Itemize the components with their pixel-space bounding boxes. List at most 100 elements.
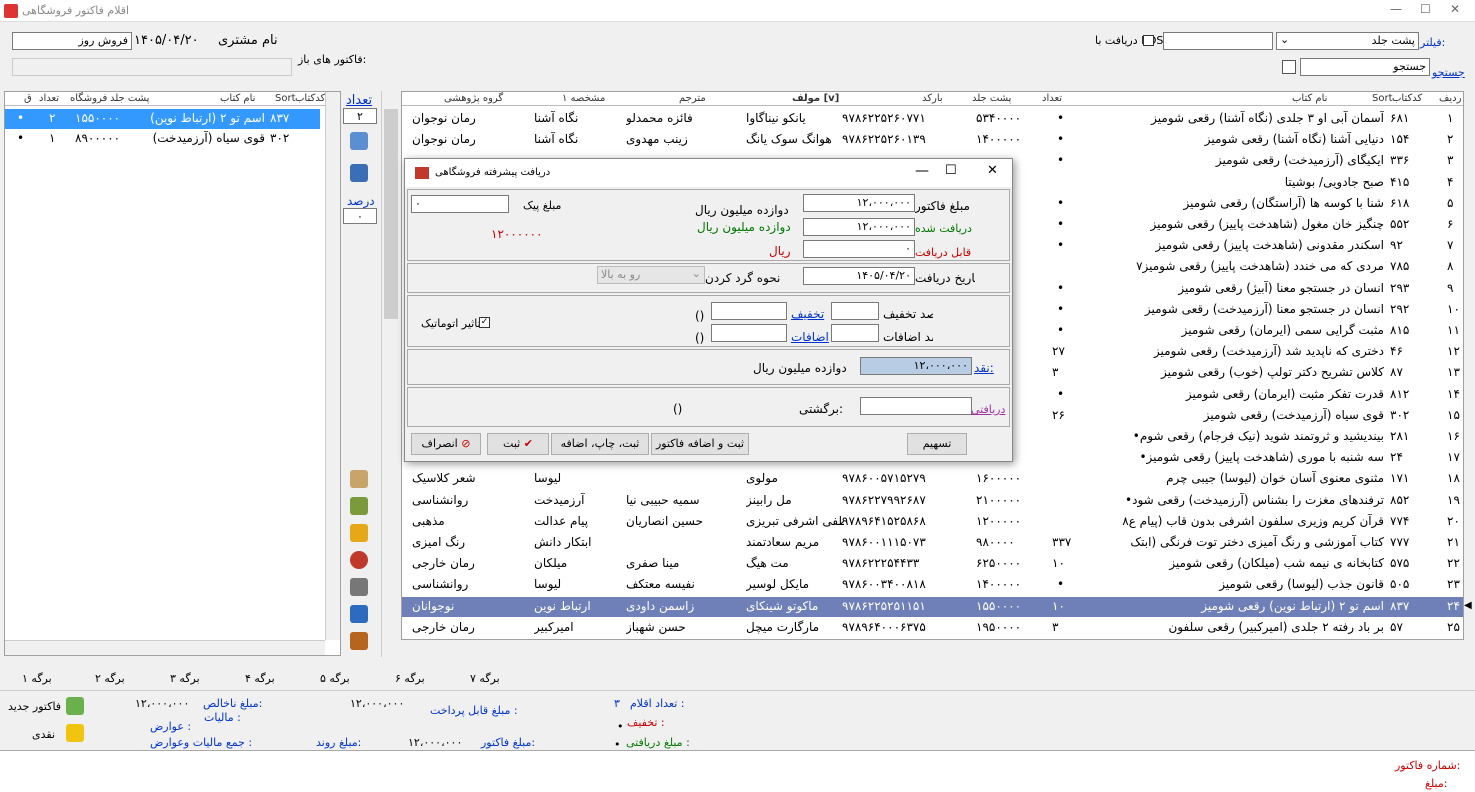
tab-1[interactable]: برگه ۱ xyxy=(22,672,52,685)
table-row[interactable]: ۲۳ ۵۰۵ قانون جذب (لیوسا) رقعی شومیز ۱۴۰۰۰۰۰… xyxy=(402,575,1463,595)
tab-5[interactable]: برگه ۵ xyxy=(320,672,350,685)
courier-input[interactable]: ۰ xyxy=(411,195,509,213)
table-row[interactable]: ۲ ۱۵۴ دنیایی آشنا (نگاه آشنا) رقعی شومیز ۱۴… xyxy=(402,130,1463,150)
discount-amount-input[interactable] xyxy=(711,302,787,320)
table-cell: روانشناسی xyxy=(412,577,469,592)
auto-effect-label: تاثیر اتوماتیک xyxy=(421,317,481,330)
table-row[interactable]: ۱۸ ۱۷۱ مثنوی معنوی آسان خوان (لیوسا) جیبی … xyxy=(402,469,1463,489)
customer-info-icon[interactable] xyxy=(350,470,368,488)
table-cell: ۱۴ xyxy=(1447,386,1460,401)
cash-icon[interactable] xyxy=(66,724,84,742)
table-row[interactable]: ۱ ۶۸۱ آسمان آبی او ۳ جلدی (نگاه آشنا) رقعی… xyxy=(402,109,1463,129)
table-row[interactable]: ۲۰ ۷۷۴ قرآن کریم وزیری سلفون اشرفی بدون قا… xyxy=(402,512,1463,532)
cart-vscrollbar[interactable] xyxy=(325,92,340,640)
save-button[interactable]: ثبت ✔ xyxy=(487,433,549,455)
table-cell: ۲۲ xyxy=(1447,556,1460,571)
count-input[interactable]: ۲ xyxy=(343,108,377,124)
table-cell: ۶۸۱ xyxy=(1390,111,1410,125)
table-row[interactable]: ۲۲ ۵۷۵ کتابخانه ی نیمه شب (میلکان) رقعی شو… xyxy=(402,554,1463,574)
tab-6[interactable]: برگه ۶ xyxy=(395,672,425,685)
table-row[interactable]: ۲۱ ۷۷۷ کتاب آموزشی و رنگ آمیزی دختر توت فر… xyxy=(402,533,1463,553)
auto-effect-checkbox[interactable]: ✓ xyxy=(479,317,490,328)
table-cell: ۹۷۸۶۲۲۵۲۶۰۱۳۹ xyxy=(842,132,926,147)
table-cell: ۲۹۳ xyxy=(1390,280,1410,295)
search-input[interactable]: جستجو xyxy=(1300,58,1430,76)
day-sale-field[interactable]: فروش روز xyxy=(12,32,132,50)
dialog-maximize-button[interactable]: ☐ xyxy=(945,163,957,178)
dialog-minimize-button[interactable]: — xyxy=(915,163,929,179)
table-cell: ۲۰ xyxy=(1447,513,1460,528)
cash-amount-field[interactable]: ۱۲،۰۰۰،۰۰۰ xyxy=(860,357,972,375)
table-row[interactable]: ۲۵ ۵۷ بر باد رفته ۲ جلدی (امیرکبیر) رقعی س… xyxy=(402,618,1463,638)
users-icon[interactable] xyxy=(350,632,368,650)
table-cell: قرآن کریم وزیری سلفون اشرفی بدون قاب (پی… xyxy=(1122,513,1384,528)
pos-checkbox[interactable] xyxy=(1143,35,1154,46)
cancel-button[interactable]: انصراف ⊘ xyxy=(411,433,481,455)
new-invoice-button[interactable]: فاکتور جدید xyxy=(8,700,61,713)
percent-icon[interactable] xyxy=(350,524,368,542)
dialog-close-button[interactable]: ✕ xyxy=(987,163,998,178)
table-cell: ۲۳ xyxy=(1447,577,1460,592)
tab-2[interactable]: برگه ۲ xyxy=(95,672,125,685)
cart-hscrollbar[interactable] xyxy=(5,640,325,655)
table-cell: • xyxy=(1057,195,1065,210)
tab-4[interactable]: برگه ۴ xyxy=(245,672,275,685)
table-cell: لیوسا xyxy=(534,471,562,486)
split-button[interactable]: تسهیم xyxy=(907,433,967,455)
close-button[interactable]: ✕ xyxy=(1450,2,1460,16)
table-cell: میلکان xyxy=(534,556,568,571)
table-cell: ۶ xyxy=(1447,217,1454,231)
received-link[interactable]: دریافتی xyxy=(971,403,1005,416)
remaining-label: مانده قابل دریافت xyxy=(915,246,975,259)
extra-percent-label: درصد اضافات xyxy=(883,330,933,344)
table-cell: ۲۹۲ xyxy=(1390,301,1410,316)
cart-row[interactable]: ۳۰۲ قوی سیاه (آرزمیدخت) ۸۹۰۰۰۰۰ ۱ • xyxy=(5,129,320,149)
tab-7[interactable]: برگه ۷ xyxy=(470,672,500,685)
edit-icon[interactable] xyxy=(350,497,368,515)
percent-input[interactable]: ۰ xyxy=(343,208,377,224)
cart-row[interactable]: ۸۳۷ اسم تو ۲ (ارتباط نوین) ۱۵۵۰۰۰۰ ۲ • xyxy=(5,109,320,129)
dialog-title-bar: دریافت پیشرفته فروشگاهی — ☐ ✕ xyxy=(405,159,1012,187)
table-cell: رمان نوجوان xyxy=(412,111,476,125)
discount-percent-input[interactable] xyxy=(831,302,879,320)
filter-text-input[interactable] xyxy=(1163,32,1273,50)
money-bag-icon[interactable] xyxy=(350,605,368,623)
table-cell: ۹۷۸۶۰۰۳۴۰۰۸۱۸ xyxy=(842,577,926,592)
remove-from-cart-icon[interactable] xyxy=(350,164,368,182)
undo-icon[interactable] xyxy=(350,551,368,569)
grid-scrollbar[interactable] xyxy=(381,91,399,657)
table-cell: مینا صفری xyxy=(626,556,680,571)
search-link[interactable]: جستجو xyxy=(1432,66,1465,79)
extra-amount-input[interactable] xyxy=(711,324,787,342)
table-cell: ۷ xyxy=(1447,238,1454,253)
table-cell: ۸۳۷ xyxy=(1390,598,1410,613)
table-cell: • xyxy=(1057,217,1065,231)
search-icon[interactable] xyxy=(1282,60,1296,74)
receive-date-field[interactable]: ۱۴۰۵/۰۴/۲۰ xyxy=(803,267,915,285)
cash-button[interactable]: نقدی xyxy=(32,728,55,741)
save-add-invoice-button[interactable]: ثبت و اضافه فاکتور xyxy=(651,433,749,455)
table-row[interactable]: ۱۹ ۸۵۲ ترفندهای مغزت را بشناس (آرزمیدخت) ر… xyxy=(402,491,1463,511)
cash-link[interactable]: نقد: xyxy=(974,361,994,375)
extra-link[interactable]: اضافات xyxy=(791,330,829,344)
table-cell: ۲۵ xyxy=(1447,619,1460,634)
table-row[interactable]: ۲۴ ۸۳۷ اسم تو ۲ (ارتباط نوین) رقعی شومیز ۱۰… xyxy=(402,596,1463,617)
received-amount-field: ۱۲،۰۰۰،۰۰۰ xyxy=(803,218,915,236)
filter-select[interactable]: پشت جلد ⌄ xyxy=(1276,32,1419,50)
printer-icon[interactable] xyxy=(350,578,368,596)
new-invoice-icon[interactable] xyxy=(66,697,84,715)
save-print-add-button[interactable]: ثبت، چاپ، اضافه xyxy=(551,433,649,455)
tab-3[interactable]: برگه ۳ xyxy=(170,672,200,685)
received-label: مبلغ دریافتی : xyxy=(626,736,690,749)
duties-label: عوارض : xyxy=(150,720,192,733)
minimize-button[interactable]: — xyxy=(1390,2,1402,16)
change-field[interactable] xyxy=(860,397,972,415)
remaining-words: ریال xyxy=(769,244,791,258)
maximize-button[interactable]: ☐ xyxy=(1420,2,1431,16)
round-mode-select[interactable]: رو به بالا ⌄ xyxy=(597,266,705,284)
items-count-label: تعداد اقلام : xyxy=(630,697,685,710)
add-to-cart-icon[interactable] xyxy=(350,132,368,150)
table-cell: کلاس تشریح دکتر تولپ (خوب) رقعی شومیز xyxy=(1161,365,1384,380)
discount-link[interactable]: تخفیف xyxy=(791,307,824,321)
extra-percent-input[interactable] xyxy=(831,324,879,342)
